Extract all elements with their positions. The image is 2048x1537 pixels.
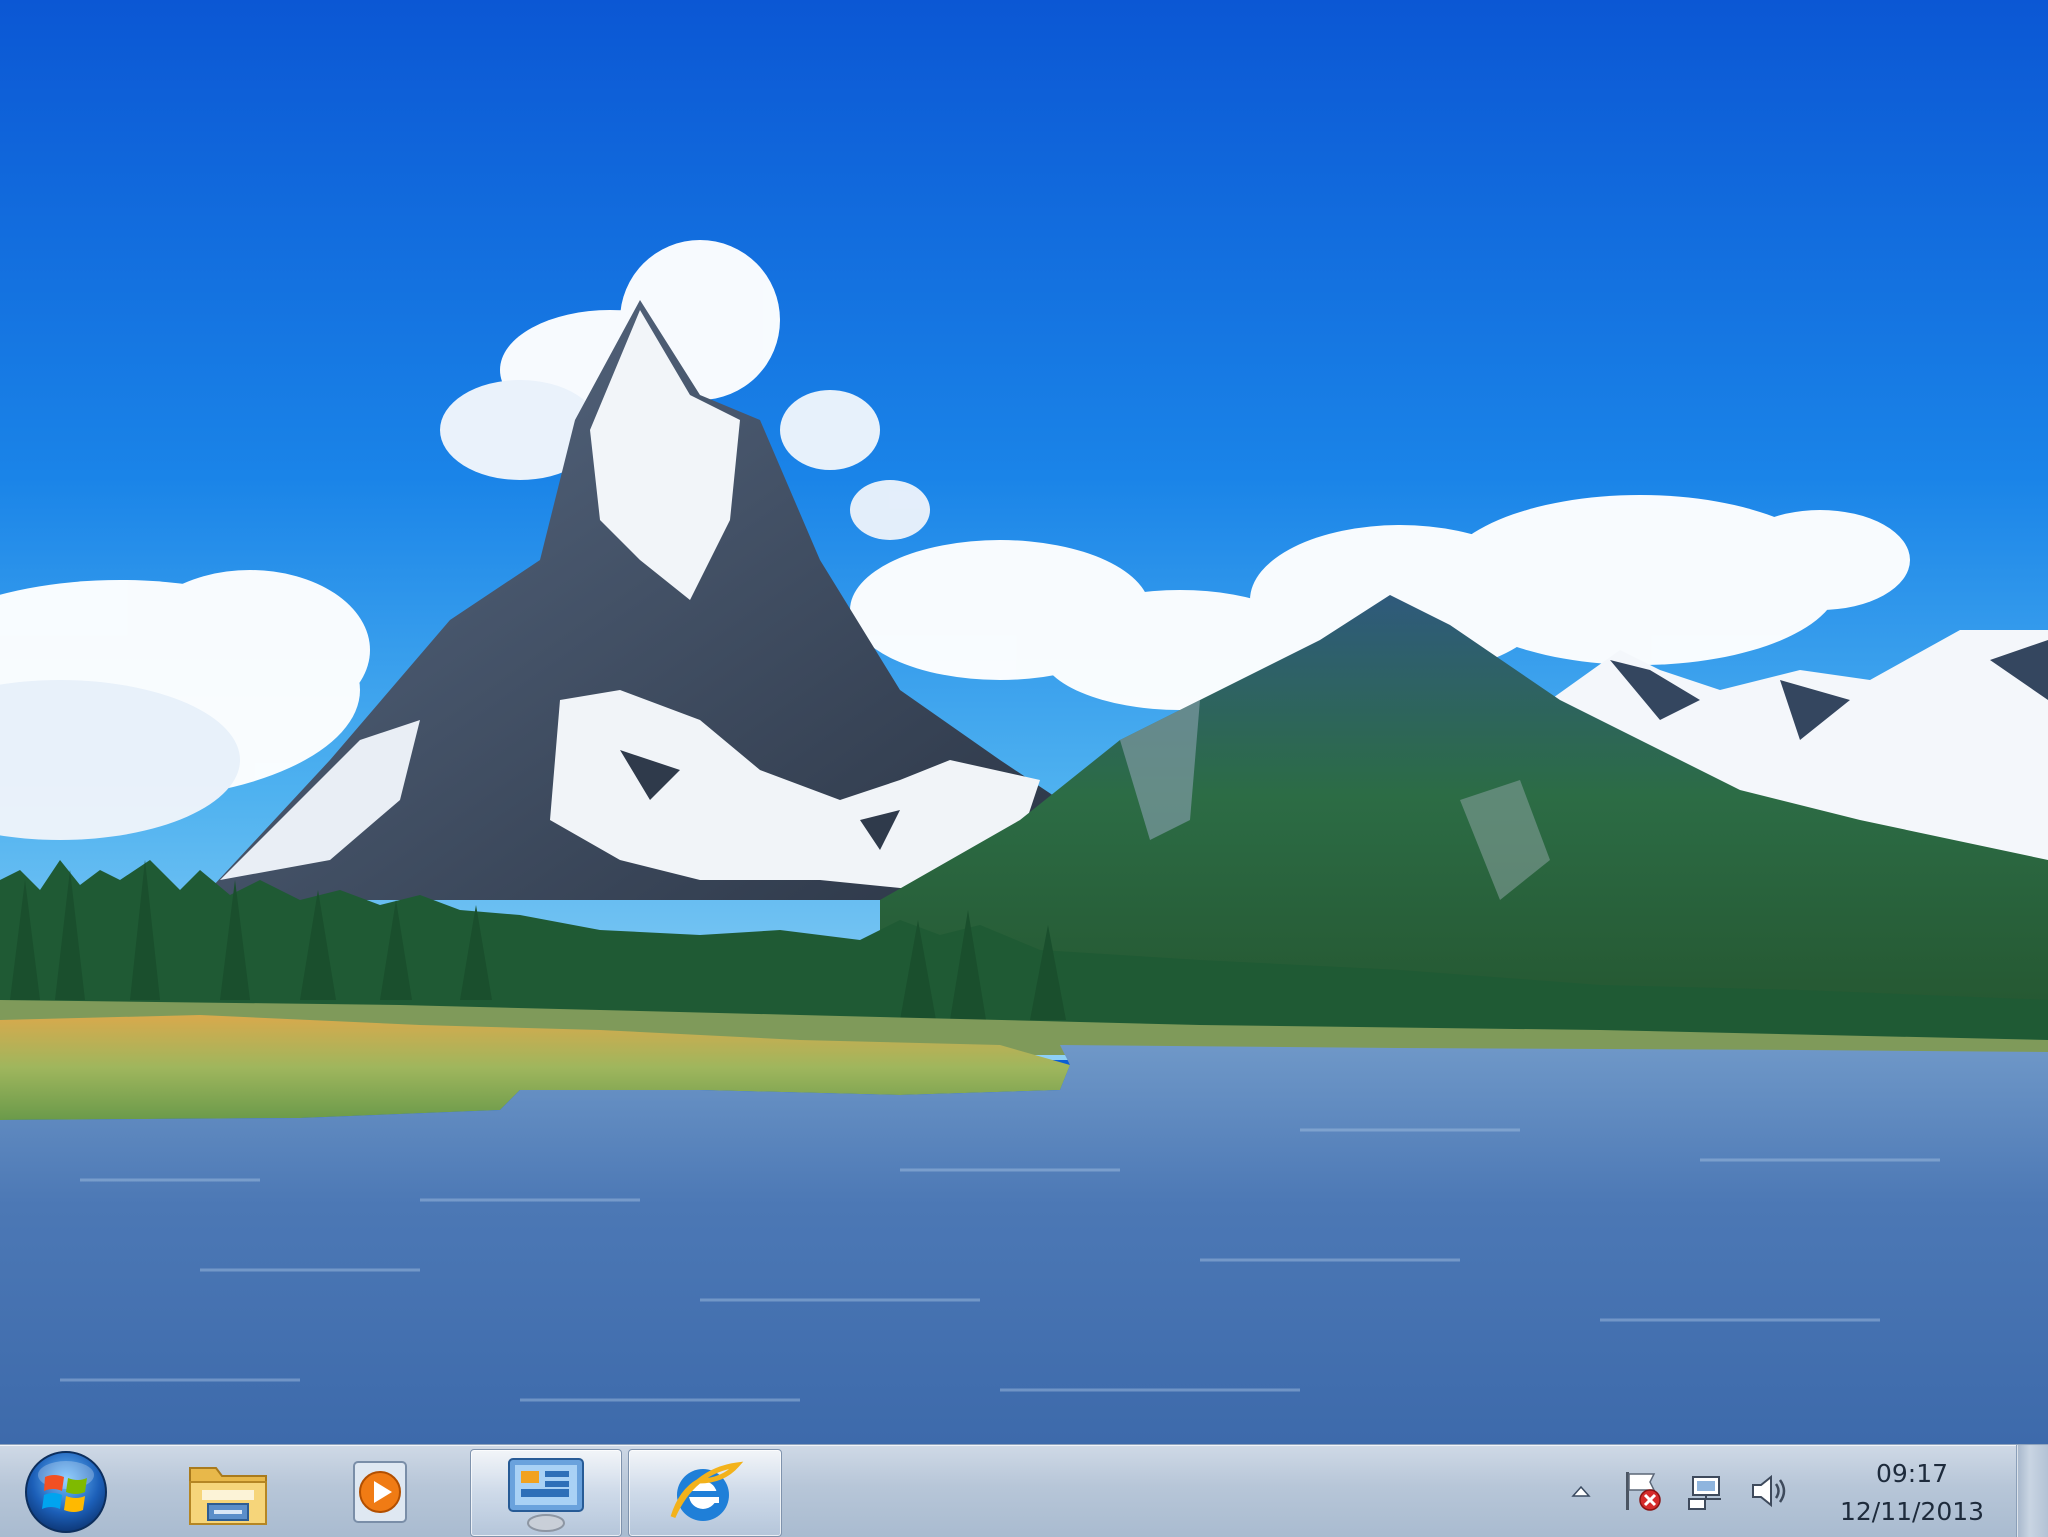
network-button[interactable] bbox=[1682, 1445, 1732, 1537]
network-icon bbox=[1688, 1476, 1721, 1510]
start-button[interactable] bbox=[20, 1449, 112, 1535]
folder-icon bbox=[189, 1467, 267, 1525]
action-center-button[interactable] bbox=[1618, 1445, 1668, 1537]
taskbar-media-player-button[interactable] bbox=[330, 1449, 430, 1535]
internet-explorer-icon bbox=[670, 1461, 744, 1521]
taskbar-internet-explorer-button[interactable] bbox=[628, 1449, 782, 1537]
show-desktop-button[interactable] bbox=[2016, 1445, 2048, 1537]
wallpaper-image bbox=[0, 0, 2048, 1444]
volume-icon bbox=[1752, 1474, 1786, 1508]
clock-time: 09:17 bbox=[1875, 1459, 1949, 1488]
show-hidden-icons-button[interactable] bbox=[1564, 1445, 1598, 1537]
system-clock[interactable]: 09:17 12/11/2013 bbox=[1812, 1453, 2012, 1533]
taskbar-explorer-button[interactable] bbox=[178, 1449, 278, 1535]
media-player-icon bbox=[353, 1461, 407, 1523]
action-center-flag-icon bbox=[1626, 1472, 1661, 1511]
desktop-wallpaper bbox=[0, 0, 2048, 1444]
volume-button[interactable] bbox=[1744, 1445, 1794, 1537]
clock-date: 12/11/2013 bbox=[1839, 1497, 1985, 1526]
control-panel-icon bbox=[508, 1458, 584, 1532]
taskbar: 09:17 12/11/2013 bbox=[0, 1444, 2048, 1537]
taskbar-control-panel-button[interactable] bbox=[470, 1449, 622, 1537]
show-hidden-icons-arrow-icon bbox=[1571, 1485, 1591, 1497]
windows-logo-icon bbox=[25, 1451, 107, 1533]
